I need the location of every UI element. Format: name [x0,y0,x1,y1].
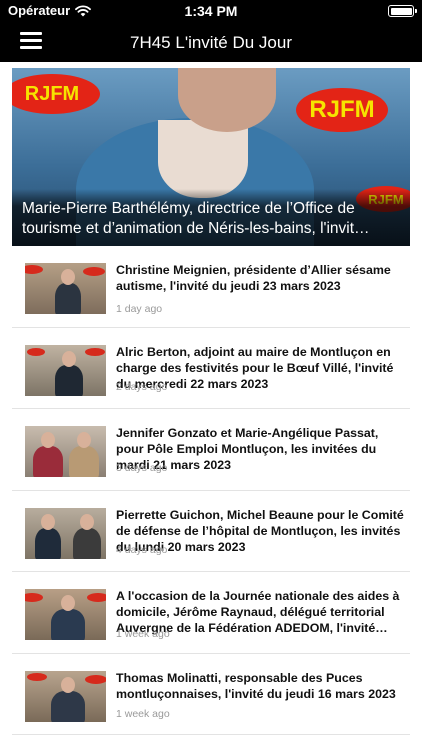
list-item[interactable]: Christine Meignien, présidente d’Allier … [12,246,410,328]
article-timestamp: 3 days ago [116,462,168,474]
article-thumbnail [25,589,106,640]
status-bar: Opérateur 1:34 PM [0,0,422,22]
article-title: Thomas Molinatti, responsable des Puces … [116,670,396,701]
top-bar: Opérateur 1:34 PM 7H45 L'invité Du Jour [0,0,422,62]
page-title: 7H45 L'invité Du Jour [130,33,292,52]
article-timestamp: 1 week ago [116,628,170,640]
navigation-bar: 7H45 L'invité Du Jour [0,22,422,62]
rjfm-logo: RJFM [296,88,388,132]
article-list: Christine Meignien, présidente d’Allier … [12,246,410,735]
list-item[interactable]: Thomas Molinatti, responsable des Puces … [12,654,410,735]
article-thumbnail [25,426,106,477]
battery-icon [388,5,417,17]
photo-person-chest [158,120,248,198]
article-thumbnail [25,670,106,722]
article-thumbnail [25,507,106,559]
list-item[interactable]: A l'occasion de la Journée nationale des… [12,572,410,654]
article-title: Christine Meignien, présidente d’Allier … [116,263,391,293]
featured-article-title: Marie-Pierre Barthélémy, directrice de l… [22,200,370,237]
featured-article-caption: Marie-Pierre Barthélémy, directrice de l… [12,189,410,246]
article-timestamp: 1 week ago [116,708,170,720]
article-thumbnail [25,344,106,396]
featured-article[interactable]: RJFM RJFM RJFM Marie-Pierre Barthélémy, … [12,68,410,246]
list-item[interactable]: Alric Berton, adjoint au maire de Montlu… [12,328,410,409]
list-item[interactable]: Jennifer Gonzato et Marie-Angélique Pass… [12,409,410,491]
article-timestamp: 4 days ago [116,544,168,556]
article-thumbnail [25,263,106,314]
list-item[interactable]: Pierrette Guichon, Michel Beaune pour le… [12,491,410,572]
article-timestamp: 2 days ago [116,381,168,393]
article-timestamp: 1 day ago [116,303,163,315]
status-time: 1:34 PM [184,3,238,19]
